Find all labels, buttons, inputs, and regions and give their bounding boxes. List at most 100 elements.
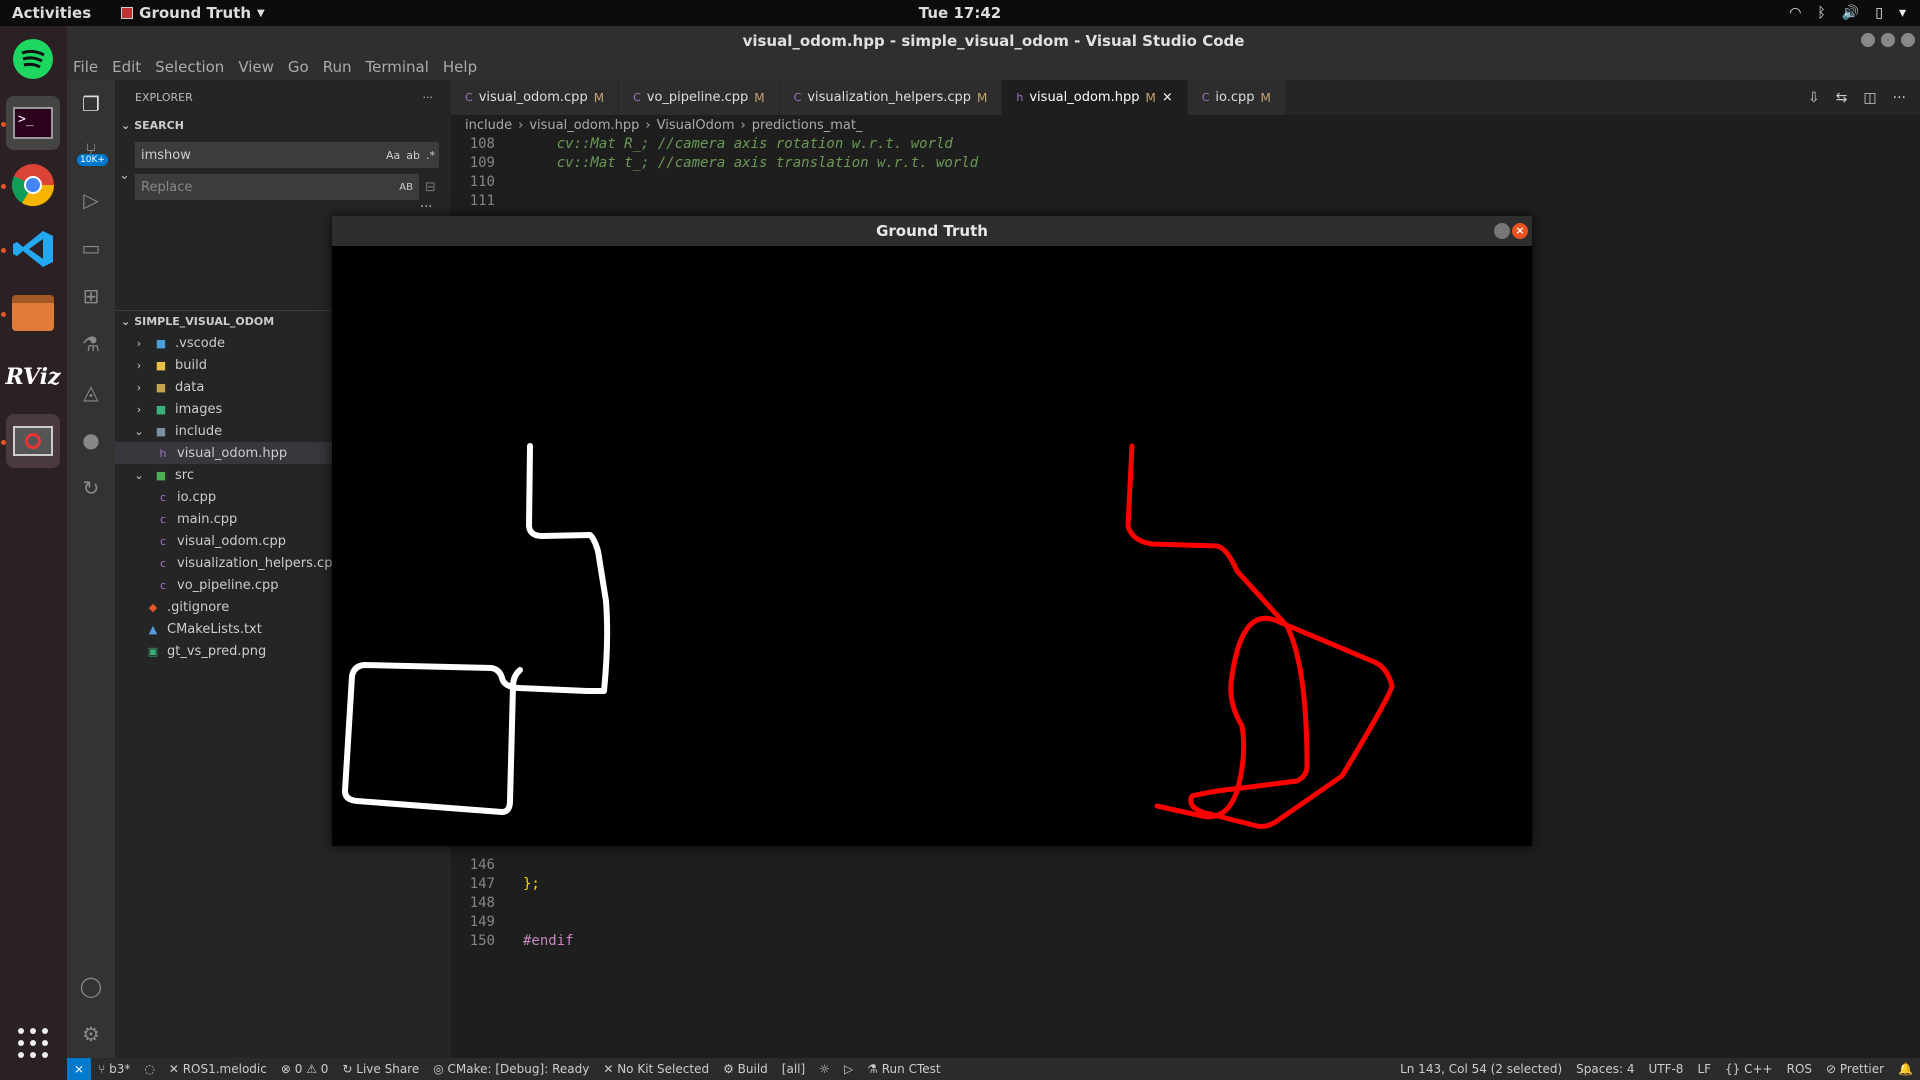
menu-file[interactable]: File <box>73 58 98 76</box>
tree-folder-images[interactable]: › ■ images <box>131 398 222 420</box>
extensions-icon[interactable]: ⊞ <box>79 284 103 308</box>
clock[interactable]: Tue 17:42 <box>919 4 1001 22</box>
end-of-line[interactable]: LF <box>1690 1062 1718 1076</box>
cursor-position[interactable]: Ln 143, Col 54 (2 selected) <box>1393 1062 1569 1076</box>
live-share-icon[interactable]: ↻ <box>79 476 103 500</box>
ros-extension[interactable]: ROS <box>1780 1062 1819 1076</box>
tab-visualization-helpers-cpp[interactable]: Cvisualization_helpers.cpp M <box>779 80 1003 115</box>
regex-toggle[interactable]: .* <box>426 149 435 162</box>
remote-indicator-icon[interactable]: ⨯ <box>67 1058 92 1080</box>
kit-selector[interactable]: ✕ No Kit Selected <box>596 1062 716 1076</box>
open-changes-icon[interactable]: ⇩ <box>1808 90 1820 106</box>
match-word-toggle[interactable]: ab <box>406 149 420 162</box>
replace-input[interactable]: Replace AB <box>135 174 419 200</box>
breadcrumb-item[interactable]: include <box>465 118 512 133</box>
files-icon[interactable] <box>6 286 60 340</box>
remote-explorer-icon[interactable]: ▭ <box>79 236 103 260</box>
sync-icon[interactable]: ◌ <box>137 1062 161 1076</box>
replace-all-icon[interactable]: ⊟ <box>425 180 436 195</box>
menu-terminal[interactable]: Terminal <box>366 58 429 76</box>
branch-indicator[interactable]: ⑂ b3* <box>91 1062 137 1076</box>
tab-visual-odom-cpp[interactable]: Cvisual_odom.cpp M <box>451 80 620 115</box>
language-mode[interactable]: {} C++ <box>1718 1062 1780 1076</box>
notifications-icon[interactable]: 🔔 <box>1891 1062 1920 1076</box>
tab-io-cpp[interactable]: Cio.cpp M <box>1187 80 1286 115</box>
tree-folder-build[interactable]: › ■ build <box>131 354 207 376</box>
preserve-case-toggle[interactable]: AB <box>399 182 413 193</box>
tab-visual-odom-hpp[interactable]: h visual_odom.hpp M × <box>1002 80 1188 115</box>
encoding[interactable]: UTF-8 <box>1641 1062 1690 1076</box>
close-button[interactable]: × <box>1512 223 1528 239</box>
more-actions-icon[interactable]: ··· <box>1893 90 1906 106</box>
tree-folder-data[interactable]: › ■ data <box>131 376 205 398</box>
search-details-icon[interactable]: ··· <box>420 200 432 215</box>
match-case-toggle[interactable]: Aa <box>386 149 400 162</box>
activities-button[interactable]: Activities <box>12 4 91 22</box>
show-applications-icon[interactable] <box>6 1016 60 1070</box>
problems-indicator[interactable]: ⊗ 0 ⚠ 0 <box>274 1062 336 1076</box>
chrome-icon[interactable] <box>6 158 60 212</box>
cmake-status[interactable]: ◎ CMake: [Debug]: Ready <box>426 1062 596 1076</box>
github-icon[interactable]: ● <box>79 428 103 452</box>
close-button[interactable] <box>1901 33 1915 47</box>
app-menu[interactable]: Ground Truth ▼ <box>121 4 265 22</box>
account-icon[interactable]: ◯ <box>79 974 103 998</box>
image-viewer-icon[interactable] <box>6 414 60 468</box>
maximize-button[interactable] <box>1881 33 1895 47</box>
tree-file-io-cpp[interactable]: c io.cpp <box>155 486 216 508</box>
tree-file-cmakelists[interactable]: ▲ CMakeLists.txt <box>145 618 262 640</box>
ground-truth-titlebar[interactable]: Ground Truth × <box>332 216 1532 246</box>
menu-view[interactable]: View <box>238 58 274 76</box>
run-debug-icon[interactable]: ▷ <box>79 188 103 212</box>
terminal-icon[interactable]: >_ <box>6 96 60 150</box>
settings-gear-icon[interactable]: ⚙ <box>79 1022 103 1046</box>
tree-file-vo-pipeline-cpp[interactable]: c vo_pipeline.cpp <box>155 574 279 596</box>
ros-indicator[interactable]: ✕ ROS1.melodic <box>162 1062 274 1076</box>
menu-edit[interactable]: Edit <box>112 58 141 76</box>
search-input[interactable]: imshow Aa ab .* <box>135 142 439 168</box>
prettier-label: Prettier <box>1839 1062 1885 1076</box>
cmake-icon[interactable]: ◬ <box>79 380 103 404</box>
toggle-replace-icon[interactable]: ⌄ <box>119 168 130 183</box>
tree-file-main-cpp[interactable]: c main.cpp <box>155 508 237 530</box>
indentation[interactable]: Spaces: 4 <box>1569 1062 1641 1076</box>
tree-file-gt-vs-pred-png[interactable]: ▣ gt_vs_pred.png <box>145 640 266 662</box>
minimize-button[interactable] <box>1494 223 1510 239</box>
tree-file-visual-odom-cpp[interactable]: c visual_odom.cpp <box>155 530 286 552</box>
breadcrumb-item[interactable]: predictions_mat_ <box>752 118 863 133</box>
vscode-icon[interactable] <box>6 222 60 276</box>
testing-icon[interactable]: ⚗ <box>79 332 103 356</box>
editor-tabs: Cvisual_odom.cpp M Cvo_pipeline.cpp M Cvis… <box>451 80 1920 115</box>
minimize-button[interactable] <box>1861 33 1875 47</box>
ctest-button[interactable]: ⚗ Run CTest <box>860 1062 947 1076</box>
menu-run[interactable]: Run <box>323 58 352 76</box>
menu-go[interactable]: Go <box>288 58 309 76</box>
tree-file-visualization-helpers-cpp[interactable]: c visualization_helpers.cpp <box>155 552 341 574</box>
spotify-icon[interactable] <box>6 32 60 86</box>
tree-folder-src[interactable]: ⌄ ■ src <box>131 464 194 486</box>
explorer-icon[interactable]: ❐ <box>79 92 103 116</box>
launch-icon[interactable]: ▷ <box>837 1062 860 1076</box>
tree-folder-include[interactable]: ⌄ ■ include <box>131 420 222 442</box>
split-editor-icon[interactable]: ◫ <box>1863 90 1876 106</box>
prettier-status[interactable]: ⊘ Prettier <box>1819 1062 1891 1076</box>
menu-help[interactable]: Help <box>443 58 477 76</box>
debug-icon[interactable]: ☼ <box>812 1062 837 1076</box>
compare-icon[interactable]: ⇆ <box>1836 90 1848 106</box>
search-section-header[interactable]: ⌄ SEARCH <box>115 114 451 136</box>
build-button[interactable]: ⚙ Build <box>716 1062 775 1076</box>
rviz-icon[interactable]: RViz <box>5 350 60 404</box>
breadcrumb-item[interactable]: visual_odom.hpp <box>529 118 639 133</box>
more-actions-icon[interactable]: ··· <box>423 91 434 104</box>
build-target[interactable]: [all] <box>775 1062 812 1076</box>
live-share-button[interactable]: ↻ Live Share <box>335 1062 426 1076</box>
folder-icon: ■ <box>155 358 167 372</box>
tab-vo-pipeline-cpp[interactable]: Cvo_pipeline.cpp M <box>619 80 780 115</box>
tree-file-gitignore[interactable]: ◆ .gitignore <box>145 596 229 618</box>
menu-selection[interactable]: Selection <box>155 58 224 76</box>
tree-label: images <box>175 401 223 417</box>
close-icon[interactable]: × <box>1162 90 1173 105</box>
system-tray[interactable]: ◠ ᛒ 🔊 ▯ ▾ <box>1789 5 1906 21</box>
tree-folder-vscode[interactable]: › ■ .vscode <box>131 332 225 354</box>
breadcrumb-item[interactable]: VisualOdom <box>657 118 735 133</box>
